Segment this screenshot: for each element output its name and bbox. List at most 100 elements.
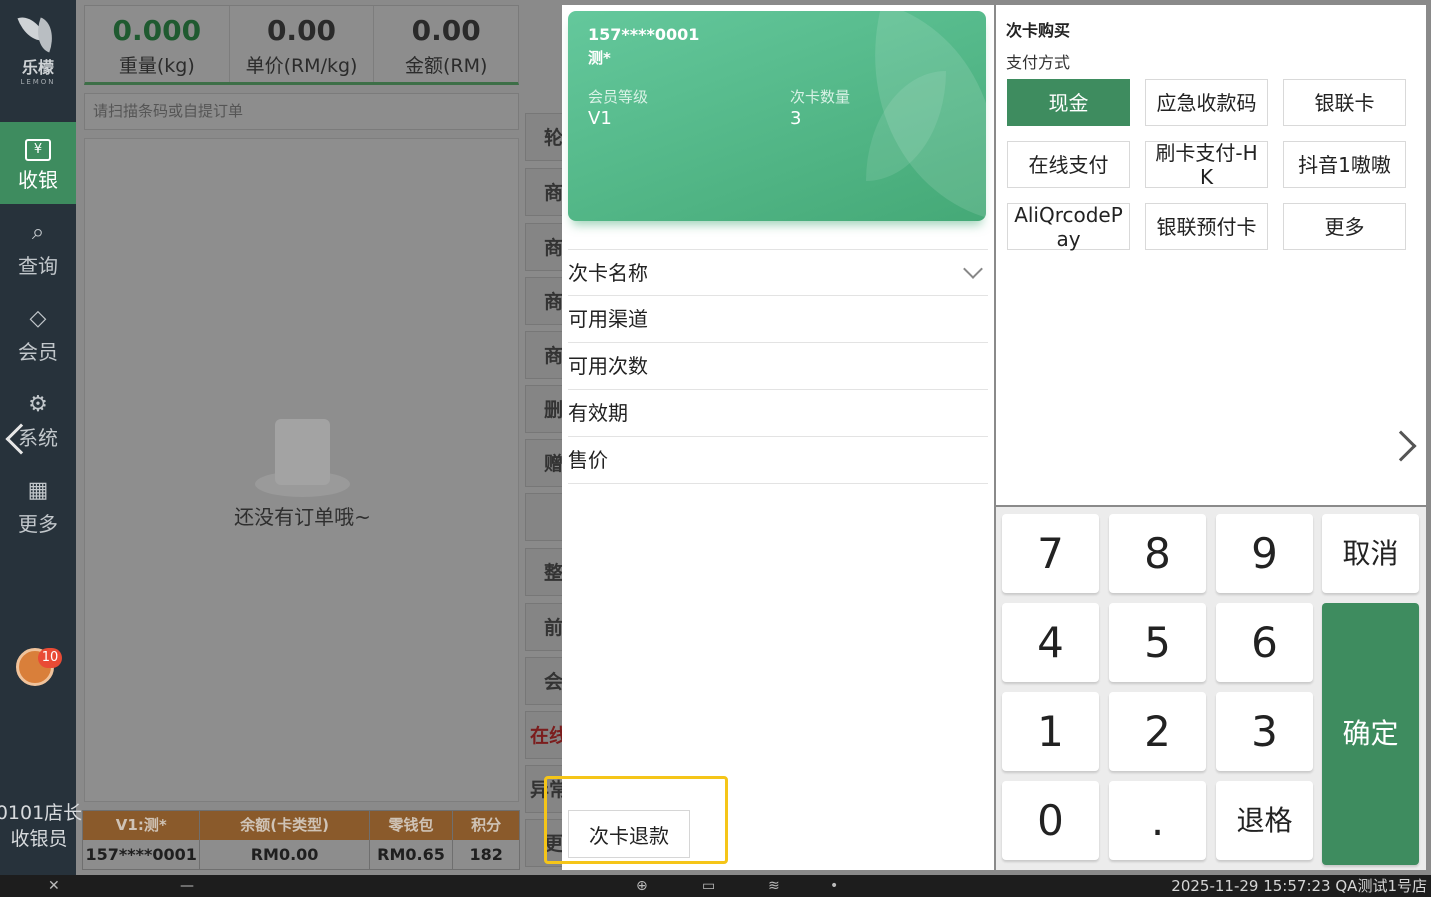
field-card-name[interactable]: 次卡名称 <box>568 249 988 296</box>
chevron-down-icon[interactable] <box>963 259 983 279</box>
times-card-panel: 157****0001 测* 会员等级 V1 次卡数量 3 次卡名称 可用渠道 … <box>544 5 994 870</box>
card-info-list: 次卡名称 可用渠道 可用次数 有效期 售价 <box>568 249 988 484</box>
nav-item-more[interactable]: ▦ 更多 <box>0 466 76 548</box>
header-member-level: V1:测* <box>83 811 201 840</box>
cell-wallet: RM0.65 <box>370 840 454 869</box>
weight-cell: 0.000 重量(kg) <box>85 6 230 82</box>
pay-method-cash[interactable]: 现金 <box>1007 79 1130 126</box>
func-button[interactable]: 商 <box>525 331 565 379</box>
function-column: 轮 商 商 商 商 删 赠 整 前 会 在线 异常 更 <box>525 5 565 870</box>
scan-input[interactable]: 请扫描条码或自提订单 <box>84 93 519 130</box>
pay-method-more[interactable]: 更多 <box>1283 203 1406 250</box>
scale-panel: 0.000 重量(kg) 0.00 单价(RM/kg) 0.00 金额(RM) <box>84 5 519 85</box>
payment-panel: 次卡购买 支付方式 现金 应急收款码 银联卡 在线支付 刷卡支付-HK 抖音1嗷… <box>996 5 1426 505</box>
payment-subtitle: 支付方式 <box>1006 53 1071 72</box>
key-8[interactable]: 8 <box>1109 514 1206 593</box>
func-button[interactable]: 赠 <box>525 439 565 487</box>
times-card-refund-button[interactable]: 次卡退款 <box>568 810 690 858</box>
minimize-icon[interactable]: — <box>180 877 194 895</box>
field-validity: 有效期 <box>568 390 988 437</box>
func-button[interactable]: 前 <box>525 603 565 651</box>
func-button[interactable]: 会 <box>525 657 565 705</box>
member-card: 157****0001 测* 会员等级 V1 次卡数量 3 <box>568 11 986 221</box>
member-summary-table[interactable]: V1:测* 余额(卡类型) 零钱包 积分 157****0001 RM0.00 … <box>82 810 520 870</box>
card-member-name: 测* <box>588 49 611 67</box>
amount-cell: 0.00 金额(RM) <box>374 6 518 82</box>
key-decimal[interactable]: . <box>1109 781 1206 860</box>
logo-subtext: LEMON <box>20 78 56 86</box>
key-4[interactable]: 4 <box>1002 603 1099 682</box>
nav-label: 收银 <box>18 168 58 192</box>
pay-method-online[interactable]: 在线支付 <box>1007 141 1130 188</box>
weight-value: 0.000 <box>112 14 202 47</box>
user-role: 收银员 <box>10 828 68 850</box>
globe-icon[interactable]: ⊕ <box>636 877 648 895</box>
lemon-logo-icon <box>17 10 60 56</box>
unit-price-value: 0.00 <box>266 14 337 47</box>
nav-item-system[interactable]: ⚙ 系统 <box>0 380 76 462</box>
cell-phone: 157****0001 <box>83 840 201 869</box>
wifi-icon[interactable]: ≋ <box>768 877 780 895</box>
field-label: 可用渠道 <box>568 307 648 331</box>
cell-points: 182 <box>469 845 503 864</box>
sidebar: 乐檬 LEMON ¥ 收银 ⌕ 查询 ◇ 会员 ⚙ 系统 ▦ 更多 10 010… <box>0 0 82 875</box>
numeric-keypad: 7 8 9 取消 4 5 6 1 2 3 0 . 退格 确定 <box>996 507 1426 870</box>
func-button[interactable]: 删 <box>525 385 565 433</box>
nav-label: 查询 <box>18 254 58 278</box>
func-button[interactable]: 轮 <box>525 113 565 161</box>
taskbar-store: QA测试1号店 <box>1335 877 1427 895</box>
taskbar-clock: 2025-11-29 15:57:23 QA测试1号店 <box>1171 877 1427 895</box>
key-7[interactable]: 7 <box>1002 514 1099 593</box>
key-5[interactable]: 5 <box>1109 603 1206 682</box>
logo: 乐檬 LEMON <box>0 10 76 86</box>
pay-method-card-hk[interactable]: 刷卡支付-HK <box>1145 141 1268 189</box>
key-confirm[interactable]: 确定 <box>1322 603 1419 865</box>
func-button[interactable] <box>525 493 565 541</box>
nav-item-cashier[interactable]: ¥ 收银 <box>0 122 76 204</box>
next-arrow-icon[interactable] <box>1385 430 1417 462</box>
amount-label: 金额(RM) <box>404 55 488 77</box>
empty-orders-text: 还没有订单哦~ <box>234 505 371 529</box>
store-info: 0101店长 收银员 <box>0 800 84 852</box>
key-backspace[interactable]: 退格 <box>1216 781 1313 860</box>
key-2[interactable]: 2 <box>1109 692 1206 771</box>
key-3[interactable]: 3 <box>1216 692 1313 771</box>
unit-price-cell: 0.00 单价(RM/kg) <box>230 6 375 82</box>
func-button[interactable]: 商 <box>525 223 565 271</box>
field-label: 可用次数 <box>568 354 648 378</box>
func-button[interactable]: 商 <box>525 168 565 216</box>
pay-method-aliqrcode[interactable]: AliQrcodePay <box>1007 203 1130 251</box>
nav-item-member[interactable]: ◇ 会员 <box>0 294 76 376</box>
pay-method-unionpay-prepaid[interactable]: 银联预付卡 <box>1145 203 1268 250</box>
dot-icon: • <box>830 878 839 894</box>
card-level-value: V1 <box>588 108 612 129</box>
nav-item-query[interactable]: ⌕ 查询 <box>0 208 76 290</box>
grid-icon: ▦ <box>27 478 49 503</box>
key-cancel[interactable]: 取消 <box>1322 514 1419 593</box>
empty-orders-icon <box>255 419 350 499</box>
key-1[interactable]: 1 <box>1002 692 1099 771</box>
field-available-times: 可用次数 <box>568 343 988 390</box>
pay-method-emergency-qr[interactable]: 应急收款码 <box>1145 79 1268 126</box>
payment-title: 次卡购买 <box>1006 21 1071 40</box>
table-header: V1:测* 余额(卡类型) 零钱包 积分 <box>83 811 519 840</box>
notification-badge: 10 <box>38 648 62 668</box>
func-button[interactable]: 在线 <box>525 711 565 759</box>
monitor-icon[interactable]: ▭ <box>702 877 715 895</box>
key-6[interactable]: 6 <box>1216 603 1313 682</box>
diamond-icon: ◇ <box>29 306 47 331</box>
pay-method-unionpay[interactable]: 银联卡 <box>1283 79 1406 126</box>
table-row: 157****0001 RM0.00 RM0.65 182 <box>83 840 519 869</box>
cell-balance: RM0.00 <box>200 840 370 869</box>
func-button[interactable]: 整 <box>525 548 565 596</box>
close-icon[interactable]: ✕ <box>48 877 60 895</box>
order-list: 还没有订单哦~ <box>84 138 519 802</box>
key-9[interactable]: 9 <box>1216 514 1313 593</box>
field-channels: 可用渠道 <box>568 296 988 343</box>
card-count-label: 次卡数量 <box>790 88 851 106</box>
pay-method-douyin[interactable]: 抖音1嗷嗷 <box>1283 141 1406 188</box>
func-button[interactable]: 商 <box>525 277 565 325</box>
header-balance: 余额(卡类型) <box>200 811 370 840</box>
taskbar-datetime: 2025-11-29 15:57:23 <box>1171 877 1331 895</box>
key-0[interactable]: 0 <box>1002 781 1099 860</box>
